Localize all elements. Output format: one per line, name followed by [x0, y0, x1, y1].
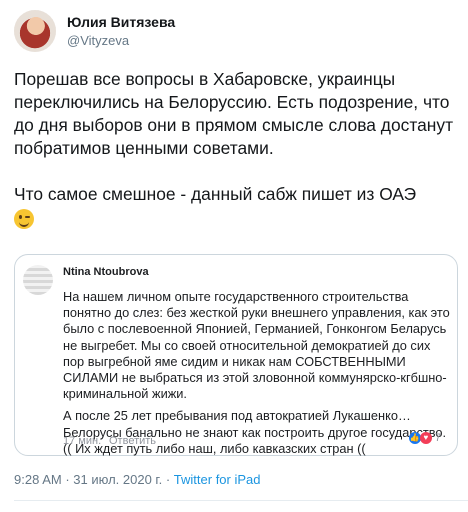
embedded-post-text: На нашем личном опыте государственного с…: [63, 289, 451, 457]
author-name[interactable]: Юлия Витязева: [67, 14, 175, 30]
author-avatar[interactable]: [14, 10, 56, 52]
tweet-metadata: 9:28 AM · 31 июл. 2020 г. · Twitter for …: [14, 472, 261, 487]
meta-separator: ·: [65, 472, 70, 487]
author-handle[interactable]: @Vityzeva: [67, 33, 129, 48]
embedded-author-name: Ntina Ntoubrova: [63, 266, 149, 278]
tweet-body: Порешав все вопросы в Хабаровске, украин…: [14, 68, 460, 229]
embedded-reactions: 👍 ♥ 7: [408, 432, 441, 444]
embedded-screenshot[interactable]: Ntina Ntoubrova На нашем личном опыте го…: [14, 254, 458, 456]
tweet-source-link[interactable]: Twitter for iPad: [174, 472, 261, 487]
reaction-count: 7: [434, 432, 441, 444]
tweet-text-paragraph-1: Порешав все вопросы в Хабаровске, украин…: [14, 69, 454, 158]
embedded-author-avatar: [23, 265, 53, 295]
embedded-reply-link: Ответить: [109, 435, 157, 447]
embedded-paragraph-1: На нашем личном опыте государственного с…: [63, 289, 450, 402]
embedded-paragraph-2: А после 25 лет пребывания под автократие…: [63, 408, 447, 456]
tweet-date[interactable]: 31 июл. 2020 г.: [73, 472, 162, 487]
tweet-time[interactable]: 9:28 AM: [14, 472, 62, 487]
embedded-post-time: 17 мин.: [63, 435, 102, 447]
divider: [14, 500, 468, 501]
tweet-text-paragraph-2: Что самое смешное - данный сабж пишет из…: [14, 184, 417, 204]
meta-separator-2: ·: [165, 472, 171, 487]
tweet-card: Юлия Витязева @Vityzeva Порешав все вопр…: [0, 0, 468, 512]
winking-face-icon: [14, 209, 34, 229]
heart-icon: ♥: [419, 432, 432, 444]
